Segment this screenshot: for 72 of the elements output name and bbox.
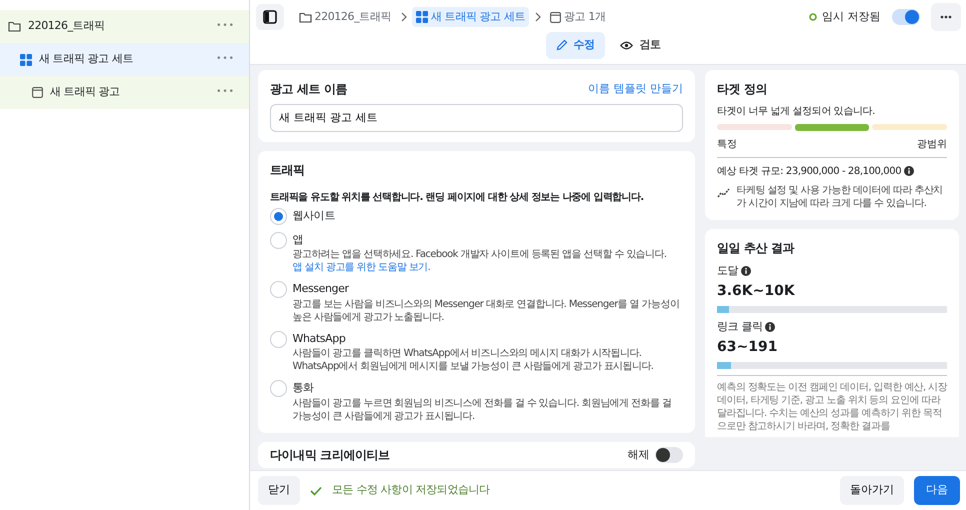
- breadcrumb-item[interactable]: 220126_트래픽: [294, 6, 395, 28]
- ad-window-icon: [550, 12, 562, 22]
- back-button[interactable]: 돌아가기: [840, 476, 904, 505]
- radio-button[interactable]: [270, 281, 287, 298]
- save-status: 임시 저장됨: [822, 8, 880, 25]
- card-title: 트래픽: [270, 162, 306, 179]
- sidebar-panel-icon: [262, 10, 276, 24]
- audience-note: 타케팅 설정 및 사용 가능한 데이터에 따라 추산치가 시간이 지남에 따라 크게 다를 수 있습니다.: [736, 184, 944, 210]
- folder-icon: [298, 12, 312, 22]
- ad-window-icon: [32, 87, 43, 98]
- option-label: 앱: [292, 232, 304, 248]
- radio-button[interactable]: [270, 232, 287, 249]
- more-icon: [940, 15, 952, 19]
- chevron-right-icon: [400, 12, 406, 22]
- tab[interactable]: 검토: [610, 32, 670, 58]
- info-icon[interactable]: [904, 166, 914, 176]
- trend-line-icon: [717, 186, 731, 199]
- sidebar-item[interactable]: 새 트래픽 광고 세트 •••: [0, 43, 249, 76]
- breadcrumb-item[interactable]: 새 트래픽 광고 세트: [412, 6, 530, 28]
- saved-message: 모든 수정 사항이 저장되었습니다: [332, 482, 490, 498]
- metric-value: 63~191: [717, 338, 778, 357]
- sidebar-item[interactable]: 220126_트래픽 •••: [0, 10, 249, 43]
- ad-set-name-field[interactable]: 새 트래픽 광고 세트: [270, 104, 683, 132]
- toggle-switch[interactable]: [655, 446, 683, 463]
- eye-icon: [620, 40, 634, 50]
- gauge-label: 특정: [717, 138, 737, 152]
- help-link[interactable]: 앱 설치 광고를 위한 도움말 보기.: [292, 262, 430, 274]
- more-options-icon[interactable]: •••: [216, 86, 235, 100]
- option-description: 광고하려는 앱을 선택하세요. Facebook 개발자 사이트에 등록된 앱을 선택할 수 있습니다. 앱 설치 광고를 위한 도움말 보기.: [292, 248, 668, 274]
- tab[interactable]: 수정: [546, 32, 605, 58]
- card-title: 일일 추산 결과: [717, 240, 796, 257]
- option-label: Messenger: [292, 281, 350, 298]
- grid-icon: [416, 11, 428, 23]
- grid-icon: [20, 54, 32, 66]
- gauge-label: 광범위: [917, 138, 947, 152]
- info-icon[interactable]: [740, 266, 751, 276]
- metric-label: 도달: [717, 262, 738, 278]
- option-description: 사람들이 광고를 클릭하면 WhatsApp에서 비즈니스와의 메시지 대화가 시작됩니다. WhatsApp에서 회원님에게 메시지를 보낼 가능성이 큰 사람들에게 광고가 표시됩니다.: [292, 347, 654, 374]
- traffic-prompt: 트래픽을 유도할 위치를 선택합니다. 랜딩 페이지에 대한 상세 정보는 나중에 입력합니다.: [270, 191, 645, 205]
- more-options-icon[interactable]: •••: [216, 20, 235, 34]
- option-label: WhatsApp: [292, 330, 346, 347]
- sidebar-toggle-button[interactable]: [256, 4, 284, 30]
- name-template-link[interactable]: 이름 템플릿 만들기: [588, 80, 683, 98]
- audience-status: 타겟이 너무 넓게 설정되어 있습니다.: [717, 104, 876, 118]
- close-button[interactable]: 닫기: [258, 476, 300, 505]
- breadcrumb-item[interactable]: 광고 1개: [546, 6, 610, 28]
- audience-size: 예상 타겟 규모: 23,900,000 - 28,100,000: [717, 164, 902, 178]
- option-label: 웹사이트: [292, 208, 335, 224]
- option-description: 광고를 보는 사람을 비즈니스와의 Messenger 대화로 연결합니다. Messenger를 열 가능성이 높은 사람들에게 광고가 노출됩니다.: [292, 298, 680, 324]
- chevron-right-icon: [534, 12, 541, 22]
- status-dot-icon: [808, 13, 816, 21]
- metric-value: 3.6K~10K: [717, 282, 796, 301]
- card-title: 다이내믹 크리에이티브: [270, 446, 390, 464]
- sidebar-item[interactable]: 새 트래픽 광고 •••: [0, 76, 249, 109]
- option-description: 사람들이 광고를 누르면 회원님의 비즈니스에 전화를 걸 수 있습니다. 회원님에게 전화를 걸 가능성이 큰 사람들에게 광고가 표시됩니다.: [292, 396, 672, 423]
- radio-button[interactable]: [270, 380, 287, 398]
- pencil-icon: [556, 39, 568, 52]
- radio-button[interactable]: [270, 208, 287, 225]
- metric-label: 링크 클릭: [717, 318, 762, 334]
- toggle-switch[interactable]: [892, 9, 920, 25]
- disclaimer-text: 예측의 정확도는 이전 캠페인 데이터, 입력한 예산, 시장 데이터, 타게팅 기준, 광고 노출 위치 등의 요인에 따라 달라집니다. 수치는 예산의 성과를 예측하기 위한 목적으로만 참고하시기 바라며, 정확한 결과를: [717, 381, 947, 433]
- card-title: 타겟 정의: [717, 81, 768, 98]
- folder-icon: [8, 21, 21, 32]
- toggle-label: 해제: [628, 446, 650, 462]
- info-icon[interactable]: [765, 322, 776, 332]
- more-options-icon[interactable]: •••: [216, 52, 235, 66]
- card-title: 광고 세트 이름: [270, 81, 348, 98]
- option-label: 통화: [292, 380, 315, 396]
- next-button[interactable]: 다음: [914, 476, 960, 505]
- check-icon: [310, 486, 322, 496]
- more-button[interactable]: [930, 3, 960, 31]
- radio-button[interactable]: [270, 330, 287, 348]
